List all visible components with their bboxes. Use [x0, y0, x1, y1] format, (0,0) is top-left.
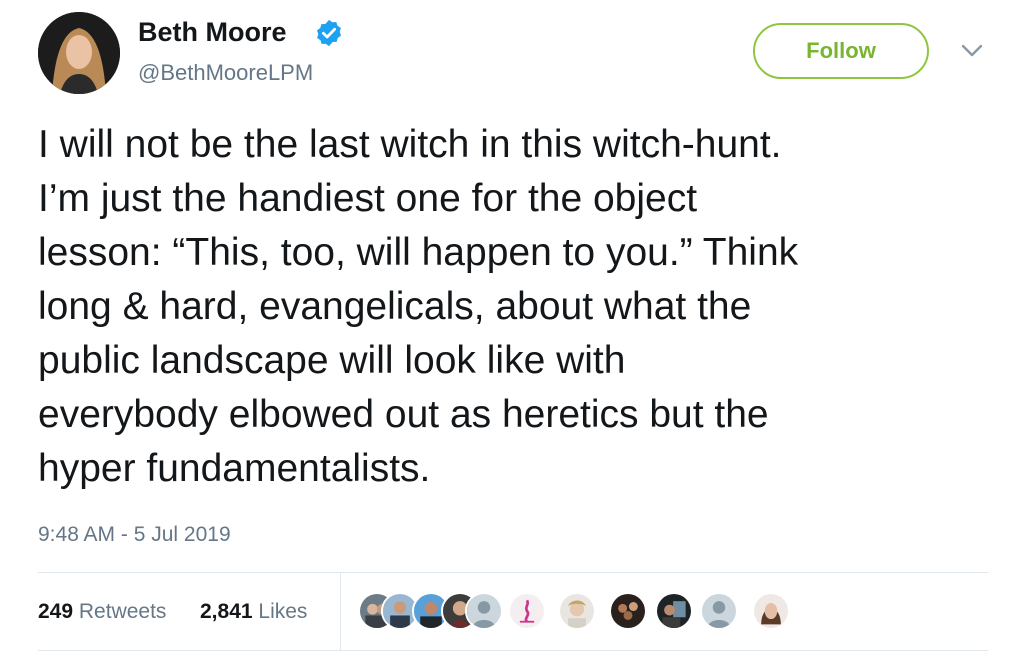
user-handle[interactable]: @BethMooreLPM	[138, 59, 313, 87]
tweet-timestamp[interactable]: 9:48 AM - 5 Jul 2019	[38, 521, 231, 549]
liker-avatar-8[interactable]	[609, 592, 647, 630]
likes-count: 2,841	[200, 600, 253, 623]
divider	[38, 572, 988, 573]
likes-stat[interactable]: 2,841 Likes	[200, 598, 307, 626]
profile-photo-icon	[38, 12, 120, 94]
default-profile-icon	[702, 594, 736, 628]
divider	[38, 650, 988, 651]
verified-badge-icon	[317, 19, 341, 47]
liker-avatar-7[interactable]	[558, 592, 596, 630]
liker-avatar-6[interactable]	[508, 592, 546, 630]
follow-button[interactable]: Follow	[753, 23, 929, 79]
tweet-text: I will not be the last witch in this wit…	[38, 123, 799, 490]
retweets-count: 249	[38, 600, 74, 623]
retweets-label: Retweets	[78, 600, 167, 623]
default-profile-icon	[467, 594, 501, 628]
retweets-stat[interactable]: 249 Retweets	[38, 598, 166, 626]
avatar[interactable]	[38, 12, 120, 94]
liker-avatar-10[interactable]	[700, 592, 738, 630]
tweet-card: Beth Moore @BethMooreLPM Follow I will n…	[0, 0, 1024, 668]
liker-avatar-11[interactable]	[752, 592, 790, 630]
liker-avatar-5[interactable]	[465, 592, 503, 630]
chevron-down-icon[interactable]	[958, 42, 986, 60]
likes-label: Likes	[258, 600, 308, 623]
stats-separator	[340, 572, 341, 650]
display-name[interactable]: Beth Moore	[138, 14, 287, 50]
liker-avatar-9[interactable]	[655, 592, 693, 630]
